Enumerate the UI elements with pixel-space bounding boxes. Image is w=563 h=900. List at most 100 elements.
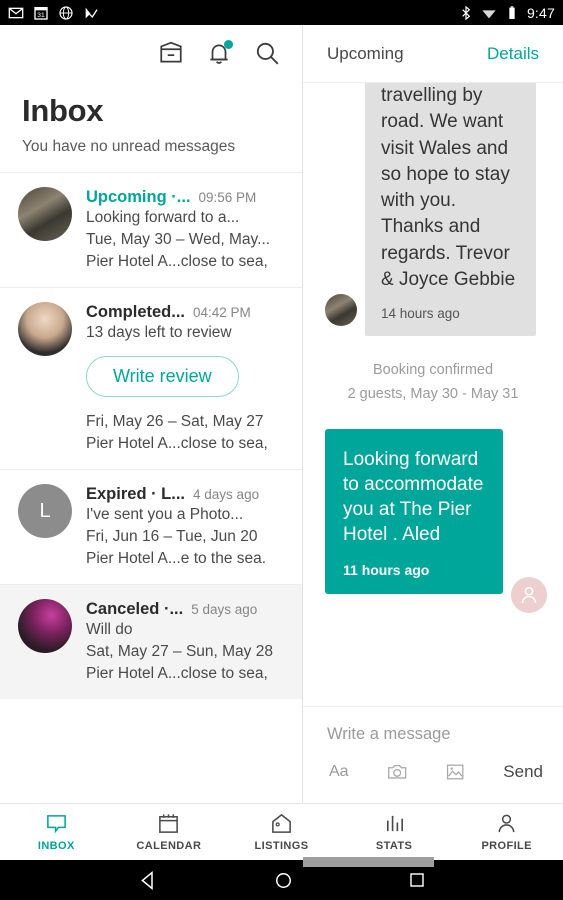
thread-preview: Will do [86,621,133,638]
tab-label: INBOX [37,840,75,852]
tab-inbox[interactable]: INBOX [0,804,113,860]
outgoing-text: Looking forward to accommodate you at Th… [343,448,484,546]
avatar: L [18,484,72,538]
inbox-toolbar [0,25,302,81]
tab-label: CALENDAR [136,840,202,852]
thread-preview: 13 days left to review [86,324,232,341]
send-button[interactable]: Send [503,762,543,782]
thread-time: 04:42 PM [193,305,251,320]
conversation-pane: Upcoming Details for a short travelling … [303,25,563,803]
search-icon[interactable] [254,40,280,66]
thread-status: Completed... [86,303,186,321]
thread-body: Expired · L... 4 days ago I've sent you … [86,484,288,570]
bar-chart-icon [386,815,403,832]
page-title: Inbox [22,93,104,128]
bluetooth-icon [462,5,471,20]
inbox-subtitle: You have no unread messages [22,138,236,155]
thread-dates: Tue, May 30 – Wed, May... [86,231,271,248]
calendar-icon: 31 [34,6,48,20]
tab-calendar[interactable]: CALENDAR [113,804,226,860]
booking-details: 2 guests, May 30 - May 31 [347,386,519,403]
globe-icon [59,5,73,20]
message-list[interactable]: for a short travelling by road. We want … [303,83,563,706]
thread-status: Canceled ·... [86,600,184,618]
list-item[interactable]: Upcoming ·... 09:56 PM Looking forward t… [0,172,302,287]
thread-dates: Fri, Jun 16 – Tue, Jun 20 [86,528,258,545]
person-icon [521,586,537,603]
thread-body: Canceled ·... 5 days ago Will do Sat, Ma… [86,599,288,685]
thread-preview: I've sent you a Photo... [86,506,244,523]
thread-body: Completed... 04:42 PM 13 days left to re… [86,302,288,455]
avatar [511,576,547,613]
list-item[interactable]: L Expired · L... 4 days ago I've sent yo… [0,469,302,584]
status-bar-clock: 9:47 [526,4,555,21]
conversation-title: Upcoming [327,43,404,63]
thread-time: 5 days ago [191,602,258,617]
avatar [18,187,72,241]
wifi-icon [482,9,496,18]
thread-time: 09:56 PM [198,190,257,205]
app-root: 31 9:47 Inbox You have no unread message… [0,0,563,900]
details-link[interactable]: Details [487,44,539,64]
gmail-icon [8,7,24,18]
bottom-tab-bar: INBOX CALENDAR LISTINGS STATS PROFILE [0,803,563,860]
incoming-bubble: for a short travelling by road. We want … [365,83,536,336]
thread-listing: Pier Hotel A...close to sea, [86,665,268,682]
calendar-icon [159,814,179,833]
inbox-pane: Inbox You have no unread messages Upcomi… [0,25,303,803]
bell-icon[interactable] [206,40,233,66]
android-status-bar: 31 9:47 [0,0,563,25]
tab-label: STATS [375,840,413,852]
incoming-timestamp: 14 hours ago [381,305,460,321]
outgoing-timestamp: 11 hours ago [343,562,430,579]
tab-label: LISTINGS [254,840,309,852]
image-icon[interactable] [445,760,465,784]
camera-icon[interactable] [387,760,407,784]
text-format-icon[interactable]: Aa [329,763,349,781]
person-icon [498,814,515,833]
message-input[interactable]: Write a message [303,707,563,744]
avatar-initial: L [39,499,51,522]
thread-preview: Looking forward to a... [86,209,240,226]
write-review-button[interactable]: Write review [86,356,239,397]
incoming-message: for a short travelling by road. We want … [325,83,541,336]
svg-text:31: 31 [37,12,45,19]
thread-status: Expired · L... [86,485,186,503]
avatar [18,302,72,356]
thread-time: 4 days ago [193,487,260,502]
house-icon [272,813,291,833]
outgoing-message: Looking forward to accommodate you at Th… [325,428,547,613]
archive-icon[interactable] [158,40,184,66]
tab-profile[interactable]: PROFILE [450,804,563,860]
booking-status: Booking confirmed [372,361,494,378]
thread-listing: Pier Hotel A...e to the sea. [86,550,267,567]
android-navigation-bar [0,860,563,900]
conversation-header: Upcoming Details [303,25,563,83]
incoming-text: for a short travelling by road. We want … [381,85,516,290]
list-item[interactable]: Completed... 04:42 PM 13 days left to re… [0,287,302,469]
chat-bubble-icon [46,815,66,834]
status-bar-system-icons: 9:47 [458,5,555,21]
avatar [325,293,357,326]
home-circle-icon[interactable] [274,871,293,890]
message-composer: Write a message Aa Send [303,706,563,803]
avatar [18,599,72,653]
thread-body: Upcoming ·... 09:56 PM Looking forward t… [86,187,288,273]
tab-listings[interactable]: LISTINGS [225,804,338,860]
tab-label: PROFILE [481,840,532,852]
thread-dates: Fri, May 26 – Sat, May 27 [86,413,264,430]
horizontal-scrollbar[interactable] [303,857,434,867]
tab-stats[interactable]: STATS [338,804,451,860]
system-note: Booking confirmed 2 guests, May 30 - May… [325,358,541,407]
list-item[interactable]: Canceled ·... 5 days ago Will do Sat, Ma… [0,584,302,699]
thread-listing: Pier Hotel A...close to sea, [86,435,268,452]
thread-listing: Pier Hotel A...close to sea, [86,253,268,270]
tick-icon [85,7,98,18]
main-content: Inbox You have no unread messages Upcomi… [0,25,563,803]
outgoing-bubble: Looking forward to accommodate you at Th… [325,428,503,594]
thread-status: Upcoming ·... [86,188,191,206]
status-bar-notification-icons: 31 [8,5,99,21]
back-triangle-icon[interactable] [138,870,159,891]
recents-square-icon[interactable] [408,871,426,889]
notification-badge [224,40,233,49]
